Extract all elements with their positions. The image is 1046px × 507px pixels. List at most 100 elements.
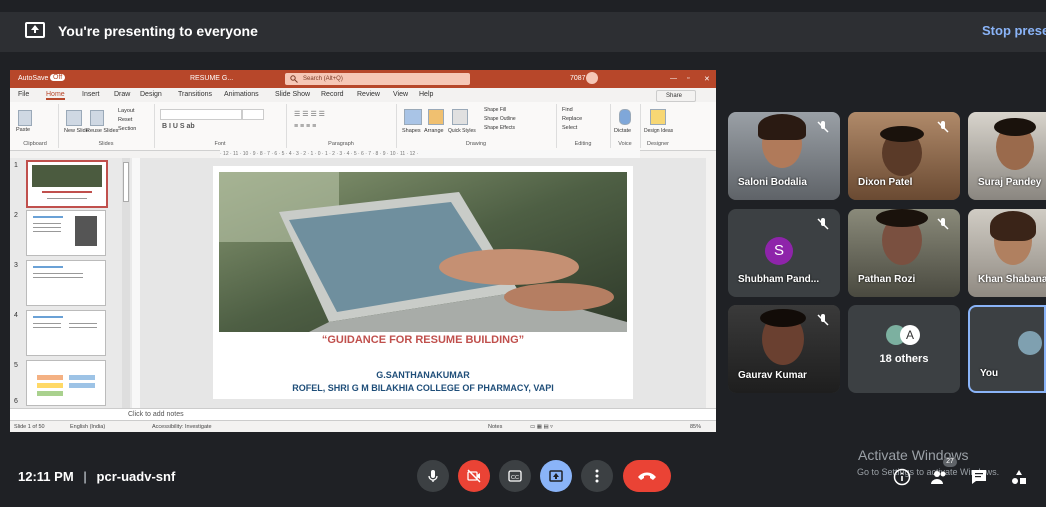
paste-icon[interactable] xyxy=(18,110,32,126)
font-name-select[interactable] xyxy=(160,109,242,120)
menu-review[interactable]: Review xyxy=(357,91,380,98)
font-format-buttons[interactable]: B I U S ab xyxy=(162,123,195,130)
select-button[interactable]: Select xyxy=(562,125,577,131)
user-avatar[interactable] xyxy=(586,72,598,84)
language-status[interactable]: English (India) xyxy=(70,424,105,430)
activities-icon[interactable] xyxy=(1010,468,1028,486)
menu-slide-show[interactable]: Slide Show xyxy=(275,91,310,98)
replace-button[interactable]: Replace xyxy=(562,116,582,122)
view-buttons[interactable]: ▭ ▦ ▤ ▿ xyxy=(530,424,553,430)
presenting-text: You're presenting to everyone xyxy=(58,23,258,39)
ribbon-group-slides: New Slide Reuse Slides Layout Reset Sect… xyxy=(58,104,155,148)
ribbon-group-voice: Dictate Voice xyxy=(610,104,641,148)
menu-file[interactable]: File xyxy=(18,91,29,98)
ruler-text: · 12 · 11 · 10 · 9 · 8 · 7 · 6 · 5 · 4 ·… xyxy=(220,151,419,157)
font-size-select[interactable] xyxy=(242,109,264,120)
share-button[interactable]: Share xyxy=(656,90,696,102)
layout-button[interactable]: Layout xyxy=(118,108,135,114)
more-options-button[interactable] xyxy=(581,460,613,492)
menu-record[interactable]: Record xyxy=(321,91,344,98)
participant-avatar: S xyxy=(765,237,793,265)
leave-call-button[interactable] xyxy=(623,460,671,492)
group-label-font: Font xyxy=(214,141,226,147)
stop-presenting-button[interactable]: Stop presenting xyxy=(982,23,1046,38)
menu-help[interactable]: Help xyxy=(419,91,433,98)
slide-count-status: Slide 1 of 50 xyxy=(14,424,45,430)
notes-toggle[interactable]: Notes xyxy=(488,424,502,430)
quick-styles-icon[interactable] xyxy=(452,109,468,125)
participant-tile[interactable]: S Shubham Pand... xyxy=(728,209,840,297)
list-buttons[interactable]: ☰ ☰ ☰ ☰ xyxy=(294,110,325,118)
group-label-clipboard: Clipboard xyxy=(23,141,47,147)
find-button[interactable]: Find xyxy=(562,107,573,113)
menu-view[interactable]: View xyxy=(393,91,408,98)
section-button[interactable]: Section xyxy=(118,126,136,132)
zoom-level[interactable]: 85% xyxy=(690,424,701,430)
menu-insert[interactable]: Insert xyxy=(82,91,100,98)
autosave-label: AutoSave xyxy=(18,75,49,82)
shapes-icon[interactable] xyxy=(404,109,422,125)
reset-button[interactable]: Reset xyxy=(118,117,132,123)
menu-home[interactable]: Home xyxy=(46,91,65,100)
others-count: 18 others xyxy=(879,353,929,365)
ribbon-group-font: B I U S ab Font xyxy=(154,104,287,148)
present-now-button[interactable] xyxy=(540,460,572,492)
ribbon-group-drawing: Shapes Arrange Quick Styles Shape Fill S… xyxy=(396,104,557,148)
participant-name: Suraj Pandey xyxy=(978,177,1042,188)
chat-icon[interactable] xyxy=(970,468,988,486)
arrange-icon[interactable] xyxy=(428,109,444,125)
captions-icon: CC xyxy=(508,470,522,482)
info-separator: | xyxy=(83,469,87,484)
people-icon[interactable] xyxy=(930,468,948,486)
design-ideas-icon[interactable] xyxy=(650,109,666,125)
restore-icon[interactable]: ▫ xyxy=(687,75,689,82)
participant-tile[interactable]: Dixon Patel xyxy=(848,112,960,200)
menu-transitions[interactable]: Transitions xyxy=(178,91,212,98)
mic-off-icon xyxy=(817,121,829,133)
participant-tile[interactable]: Saloni Bodalia xyxy=(728,112,840,200)
shape-effects-button[interactable]: Shape Effects xyxy=(484,125,515,131)
reuse-slides-icon[interactable] xyxy=(90,110,104,126)
slide-thumbnail[interactable] xyxy=(26,310,106,356)
meeting-details-icon[interactable] xyxy=(893,468,911,486)
accessibility-status[interactable]: Accessibility: Investigate xyxy=(152,424,212,430)
others-avatar-initial: A xyxy=(900,325,920,345)
group-label-paragraph: Paragraph xyxy=(328,141,354,147)
slide-thumbnail[interactable] xyxy=(26,260,106,306)
others-tile[interactable]: A 18 others xyxy=(848,305,960,393)
thumb-number: 6 xyxy=(14,398,18,405)
menu-draw[interactable]: Draw xyxy=(114,91,130,98)
autosave-toggle[interactable]: Off xyxy=(50,74,66,81)
ppt-title-bar: AutoSave Off RESUME G... Search (Alt+Q) … xyxy=(10,70,716,88)
ppt-menu-bar: File Home Insert Draw Design Transitions… xyxy=(10,88,716,102)
current-slide[interactable]: “GUIDANCE FOR RESUME BUILDING” G.SANTHAN… xyxy=(213,166,633,399)
shape-outline-button[interactable]: Shape Outline xyxy=(484,116,516,122)
camera-off-button[interactable] xyxy=(458,460,490,492)
minimize-icon[interactable]: — xyxy=(670,75,677,82)
thumbnail-scrollbar[interactable] xyxy=(122,158,130,408)
dictate-label: Dictate xyxy=(614,128,632,134)
presentation-banner: You're presenting to everyone Stop prese… xyxy=(0,12,1046,52)
mic-off-icon xyxy=(937,218,949,230)
participant-tile[interactable]: Suraj Pandey xyxy=(968,112,1046,200)
new-slide-icon[interactable] xyxy=(66,110,82,126)
participant-tile[interactable]: Pathan Rozi xyxy=(848,209,960,297)
participant-tile[interactable]: Gaurav Kumar xyxy=(728,305,840,393)
shape-fill-button[interactable]: Shape Fill xyxy=(484,107,506,113)
menu-design[interactable]: Design xyxy=(140,91,162,98)
slide-thumbnail[interactable] xyxy=(26,360,106,406)
mic-button[interactable] xyxy=(417,460,449,492)
captions-button[interactable]: CC xyxy=(499,460,531,492)
slide-thumbnail[interactable] xyxy=(26,160,108,208)
dictate-icon[interactable] xyxy=(619,109,631,125)
participant-name: Shubham Pand... xyxy=(738,274,820,285)
close-icon[interactable]: ✕ xyxy=(704,75,710,83)
self-tile[interactable]: You xyxy=(968,305,1046,393)
participant-tile[interactable]: Khan Shabana xyxy=(968,209,1046,297)
mic-off-icon xyxy=(937,121,949,133)
laptop-photo xyxy=(219,172,627,332)
ppt-search-box[interactable]: Search (Alt+Q) xyxy=(285,73,470,85)
menu-animations[interactable]: Animations xyxy=(224,91,259,98)
align-buttons[interactable]: ≡ ≡ ≡ ≡ xyxy=(294,123,316,130)
slide-thumbnail[interactable] xyxy=(26,210,106,256)
